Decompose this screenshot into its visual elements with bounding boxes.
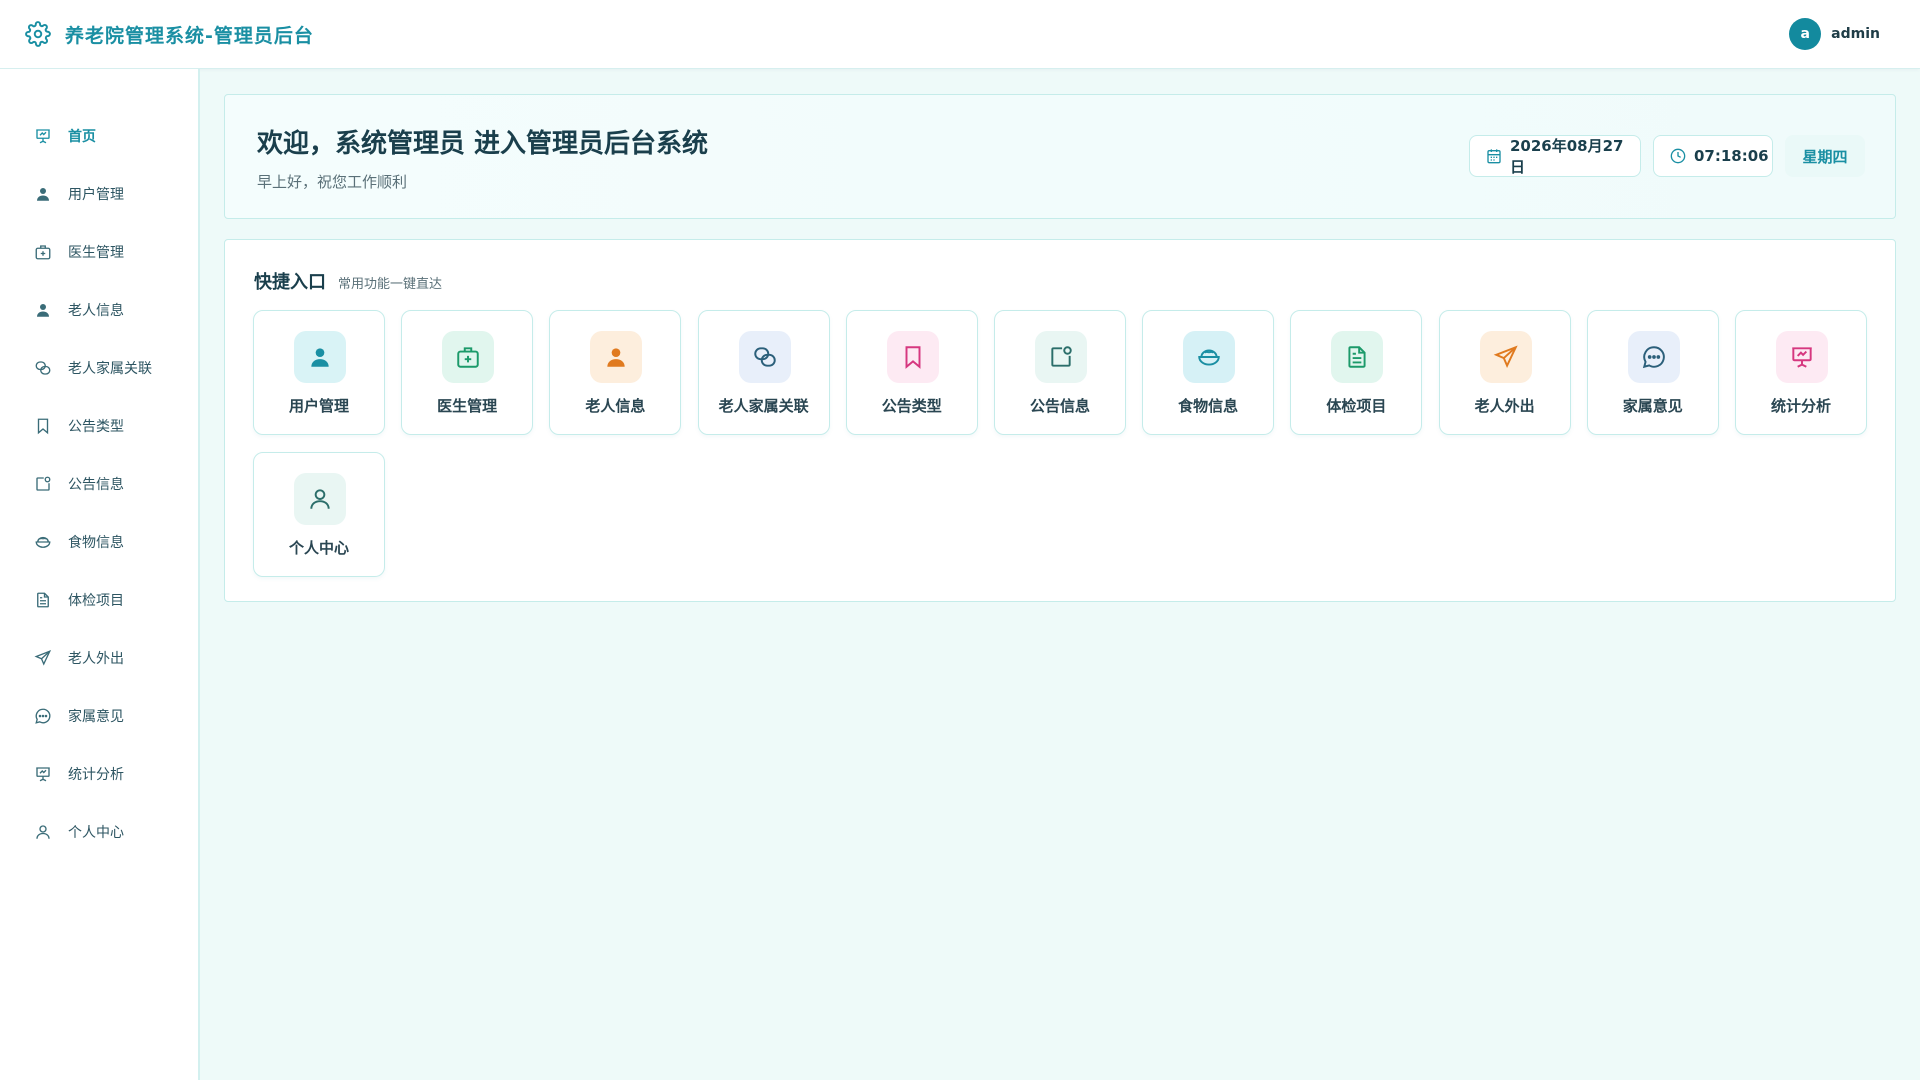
sidebar-item-label: 用户管理 <box>68 187 124 203</box>
quick-tile-9[interactable]: 家属意见 <box>1586 310 1719 435</box>
link-icon <box>738 331 791 383</box>
quick-title: 快捷入口 <box>254 272 326 293</box>
medical-kit-icon <box>34 243 52 261</box>
quick-tile-7[interactable]: 体检项目 <box>1290 310 1423 435</box>
welcome-card: 欢迎，系统管理员 进入管理员后台系统 早上好，祝您工作顺利 2026年08月27… <box>224 94 1896 219</box>
sidebar-item-4[interactable]: 老人家属关联 <box>0 348 198 388</box>
sidebar-item-label: 医生管理 <box>68 245 124 261</box>
sidebar-item-label: 食物信息 <box>68 535 124 551</box>
sidebar-item-label: 老人外出 <box>68 651 124 667</box>
quick-tile-0[interactable]: 用户管理 <box>253 310 385 435</box>
quick-tile-label: 老人外出 <box>1474 397 1535 415</box>
quick-tile-label: 体检项目 <box>1326 397 1387 415</box>
quick-tile-1[interactable]: 医生管理 <box>401 310 534 435</box>
time-chip: 07:18:06 <box>1653 135 1773 177</box>
quick-tile-8[interactable]: 老人外出 <box>1438 310 1571 435</box>
sidebar-item-label: 家属意见 <box>68 709 124 725</box>
document-icon <box>1331 331 1384 383</box>
weekday-chip: 星期四 <box>1785 135 1865 177</box>
quick-tile-3[interactable]: 老人家属关联 <box>697 310 830 435</box>
send-icon <box>34 649 52 667</box>
quick-tile-11[interactable]: 个人中心 <box>253 452 385 577</box>
chat-icon <box>34 707 52 725</box>
notification-icon <box>34 475 52 493</box>
user-outline-icon <box>294 473 346 525</box>
sidebar-item-8[interactable]: 体检项目 <box>0 580 198 620</box>
bookmark-icon <box>886 331 939 383</box>
sidebar-item-1[interactable]: 用户管理 <box>0 174 198 214</box>
sidebar-item-label: 老人信息 <box>68 303 124 319</box>
document-icon <box>34 591 52 609</box>
quick-tile-label: 个人中心 <box>288 539 349 557</box>
top-header: 养老院管理系统-管理员后台 a admin <box>0 0 1920 69</box>
sidebar-item-7[interactable]: 食物信息 <box>0 522 198 562</box>
sidebar-item-label: 公告信息 <box>68 477 124 493</box>
quick-access-panel: 快捷入口 常用功能一键直达 用户管理 医生管理 老人信息 老人家属关联 公告类型 公告信息… <box>224 239 1896 602</box>
quick-tile-6[interactable]: 食物信息 <box>1142 310 1275 435</box>
quick-tile-label: 公告类型 <box>881 397 942 415</box>
presentation-icon <box>34 127 52 145</box>
app-title: 养老院管理系统-管理员后台 <box>65 24 314 47</box>
bookmark-icon <box>34 417 52 435</box>
calendar-icon <box>1486 148 1502 164</box>
user-filled-icon <box>294 331 346 383</box>
presentation-icon <box>34 765 52 783</box>
sidebar-item-2[interactable]: 医生管理 <box>0 232 198 272</box>
user-outline-icon <box>34 823 52 841</box>
sidebar-item-11[interactable]: 统计分析 <box>0 754 198 794</box>
quick-tile-label: 医生管理 <box>437 397 498 415</box>
quick-tile-label: 家属意见 <box>1622 397 1683 415</box>
sidebar-item-3[interactable]: 老人信息 <box>0 290 198 330</box>
quick-tile-label: 食物信息 <box>1178 397 1239 415</box>
sidebar-item-label: 首页 <box>68 129 96 145</box>
bowl-icon <box>1183 331 1236 383</box>
sidebar-item-label: 体检项目 <box>68 593 124 609</box>
bowl-icon <box>34 533 52 551</box>
notification-icon <box>1035 331 1087 383</box>
weekday-text: 星期四 <box>1802 147 1848 166</box>
quick-tile-label: 老人家属关联 <box>718 397 809 415</box>
quick-tile-2[interactable]: 老人信息 <box>549 310 682 435</box>
user-filled-icon <box>590 331 643 383</box>
time-text: 07:18:06 <box>1694 147 1769 165</box>
presentation-icon <box>1776 331 1828 383</box>
chat-icon <box>1627 331 1680 383</box>
quick-tile-4[interactable]: 公告类型 <box>845 310 978 435</box>
sidebar-item-12[interactable]: 个人中心 <box>0 812 198 852</box>
quick-tile-label: 公告信息 <box>1029 397 1090 415</box>
quick-tile-label: 用户管理 <box>288 397 349 415</box>
send-icon <box>1479 331 1532 383</box>
sidebar-item-10[interactable]: 家属意见 <box>0 696 198 736</box>
brand[interactable]: 养老院管理系统-管理员后台 <box>25 21 314 48</box>
username: admin <box>1831 26 1880 42</box>
sidebar-item-label: 统计分析 <box>68 767 124 783</box>
quick-subtitle: 常用功能一键直达 <box>338 277 443 292</box>
welcome-heading: 欢迎，系统管理员 进入管理员后台系统 <box>257 129 709 159</box>
user-filled-icon <box>34 185 52 203</box>
sidebar-item-5[interactable]: 公告类型 <box>0 406 198 446</box>
welcome-subtitle: 早上好，祝您工作顺利 <box>257 173 408 191</box>
quick-tile-10[interactable]: 统计分析 <box>1735 310 1867 435</box>
sidebar-item-0[interactable]: 首页 <box>0 116 198 156</box>
clock-icon <box>1670 148 1686 164</box>
gear-icon <box>25 21 51 47</box>
sidebar: 首页用户管理医生管理老人信息老人家属关联 公告类型公告信息食物信息体检项目老人外出… <box>0 69 200 1080</box>
link-icon <box>34 359 52 377</box>
user-filled-icon <box>34 301 52 319</box>
user-menu[interactable]: a admin <box>1789 18 1880 50</box>
avatar[interactable]: a <box>1789 18 1822 50</box>
sidebar-item-label: 老人家属关联 <box>68 361 152 377</box>
medical-kit-icon <box>442 331 495 383</box>
date-text: 2026年08月27日 <box>1510 137 1624 176</box>
sidebar-item-label: 公告类型 <box>68 419 124 435</box>
date-chip: 2026年08月27日 <box>1469 135 1641 177</box>
quick-tile-label: 老人信息 <box>585 397 646 415</box>
sidebar-item-9[interactable]: 老人外出 <box>0 638 198 678</box>
quick-tile-5[interactable]: 公告信息 <box>994 310 1126 435</box>
sidebar-item-6[interactable]: 公告信息 <box>0 464 198 504</box>
sidebar-item-label: 个人中心 <box>68 825 124 841</box>
quick-tile-label: 统计分析 <box>1770 397 1831 415</box>
